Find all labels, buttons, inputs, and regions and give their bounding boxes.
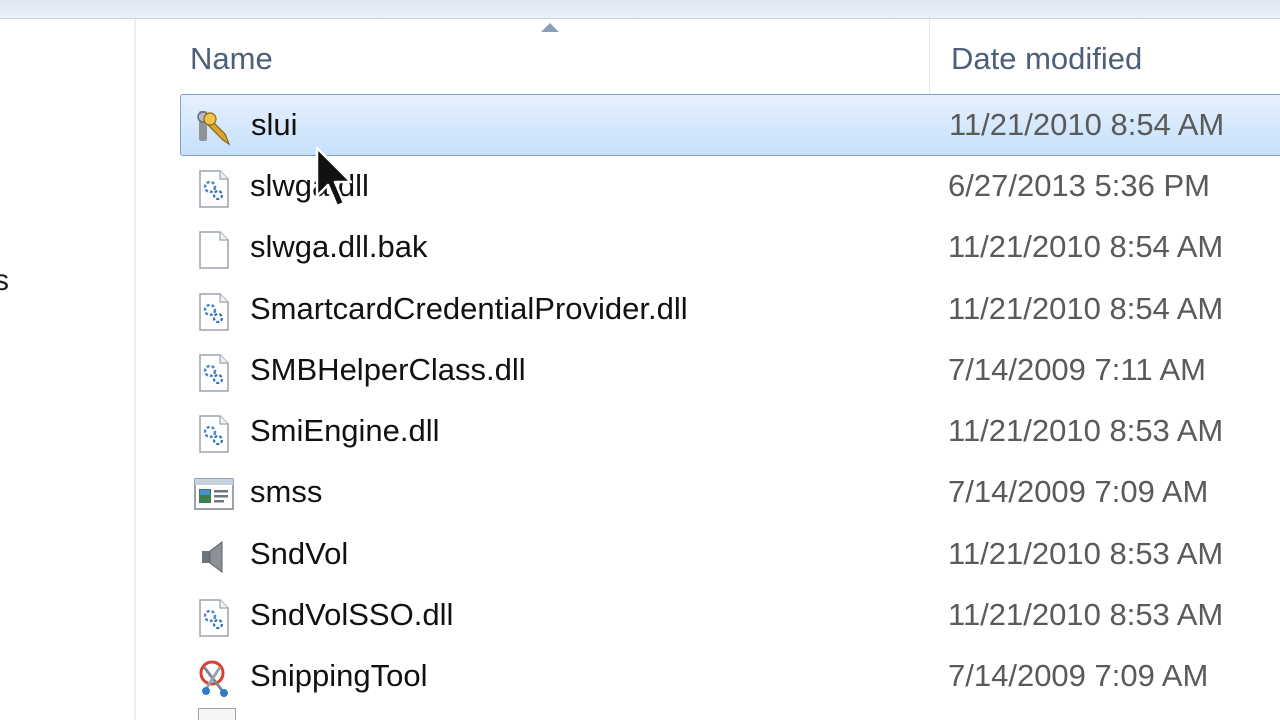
file-row[interactable]: SndVolSSO.dll 11/21/2010 8:53 AM [180,585,1280,646]
column-header-bar: Name Date modified [136,19,1280,95]
file-name: SndVol [250,535,349,571]
toolbar-strip [0,0,1280,19]
file-name: slwga.dll [250,168,369,203]
file-row[interactable]: SmiEngine.dll 11/21/2010 8:53 AM [180,401,1280,462]
nav-item-fragment[interactable]: s [0,264,9,298]
file-date-modified: 11/21/2010 8:53 AM [948,413,1224,449]
column-header-date-modified[interactable]: Date modified [951,41,1142,77]
file-date-modified: 7/14/2009 7:09 AM [948,658,1209,694]
file-name: smss [250,474,323,510]
partial-file-icon [198,708,236,720]
file-date-modified: 11/21/2010 8:54 AM [949,107,1225,142]
file-row[interactable]: slwga.dll 6/27/2013 5:36 PM [180,156,1280,217]
file-row[interactable]: slwga.dll.bak 11/21/2010 8:54 AM [180,217,1280,278]
file-date-modified: 11/21/2010 8:54 AM [948,290,1224,326]
file-date-modified: 11/21/2010 8:54 AM [948,229,1224,265]
file-date-modified: 11/21/2010 8:53 AM [948,535,1224,571]
column-header-name[interactable]: Name [190,41,273,77]
dll-gear-icon [199,599,229,637]
dll-gear-icon [199,415,229,453]
file-name: SMBHelperClass.dll [250,351,526,387]
file-date-modified: 7/14/2009 7:09 AM [948,474,1209,510]
speaker-icon [202,540,223,573]
file-row[interactable]: smss 7/14/2009 7:09 AM [180,462,1280,523]
file-date-modified: 7/14/2009 7:11 AM [948,351,1206,387]
explorer-window: s Name Date modified slui 11/21/2010 8:5… [0,0,1280,720]
file-date-modified: 11/21/2010 8:53 AM [948,597,1224,633]
blank-file-icon [199,231,229,270]
file-name: SndVolSSO.dll [250,597,454,633]
file-row[interactable]: SMBHelperClass.dll 7/14/2009 7:11 AM [180,340,1280,401]
file-name: slui [251,107,298,142]
navigation-pane[interactable]: s [0,19,135,720]
file-row[interactable]: SmartcardCredentialProvider.dll 11/21/20… [180,279,1280,340]
column-divider[interactable] [929,19,930,95]
file-name: slwga.dll.bak [250,229,428,265]
app-window-icon [194,478,234,511]
scissors-icon [199,660,228,698]
sort-ascending-icon [541,23,559,32]
dll-gear-icon [199,170,229,208]
file-row[interactable]: SnippingTool 7/14/2009 7:09 AM [180,646,1280,707]
file-name: SmiEngine.dll [250,413,440,449]
file-name: SmartcardCredentialProvider.dll [250,290,688,326]
file-date-modified: 6/27/2013 5:36 PM [948,168,1210,203]
file-row[interactable]: SndVol 11/21/2010 8:53 AM [180,524,1280,585]
file-name: SnippingTool [250,658,428,694]
dll-gear-icon [199,354,229,392]
key-app-icon [197,111,231,146]
dll-gear-icon [199,292,229,331]
file-list: slui 11/21/2010 8:54 AM slwga.dll 6/27/2… [180,94,1280,708]
nav-pane-splitter[interactable] [134,19,136,720]
file-row[interactable]: slui 11/21/2010 8:54 AM [180,94,1280,156]
